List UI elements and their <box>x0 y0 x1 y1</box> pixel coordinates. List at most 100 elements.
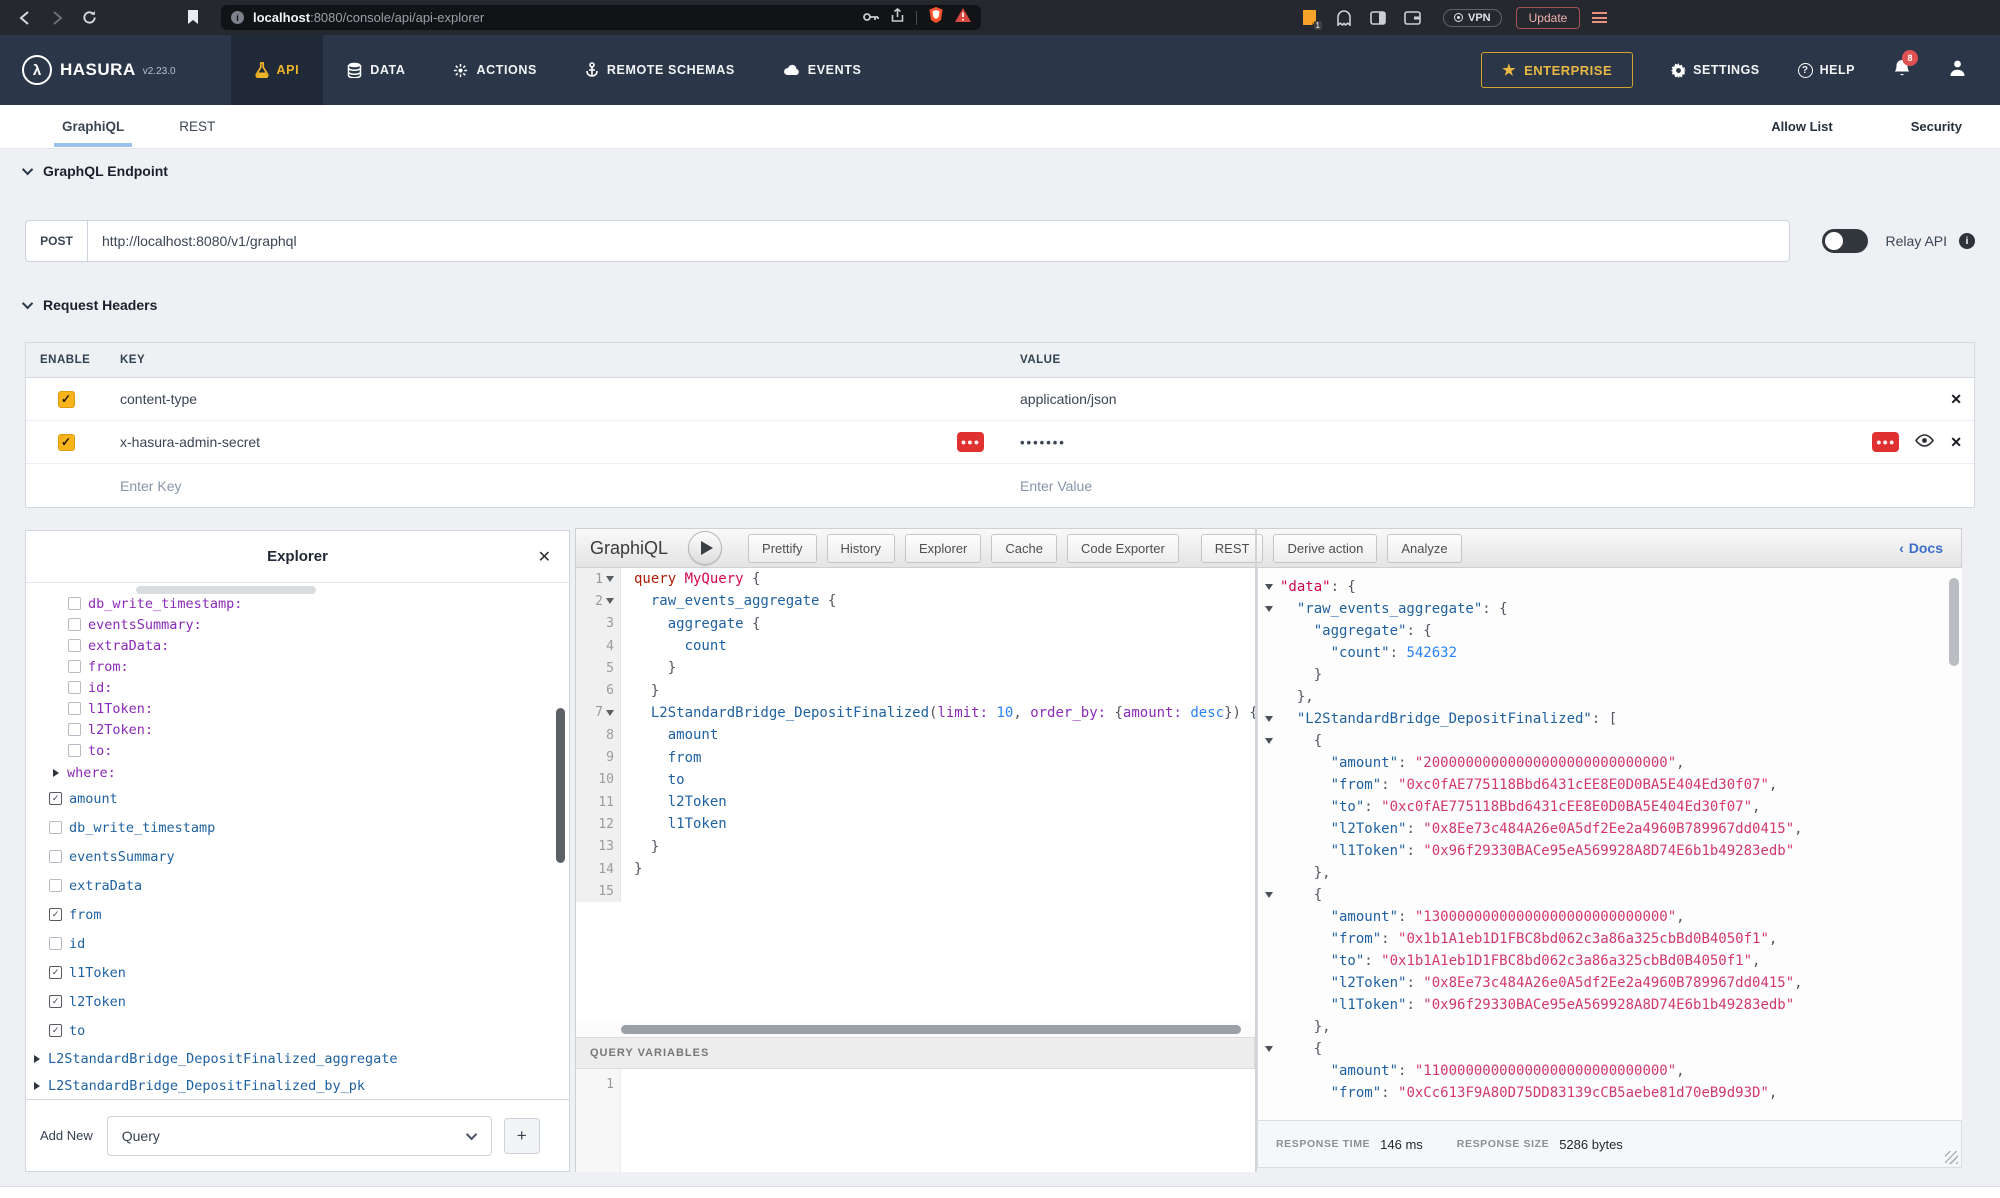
nav-item-remote-schemas[interactable]: REMOTE SCHEMAS <box>561 35 759 105</box>
fold-caret-icon[interactable] <box>1265 584 1273 590</box>
prettify-button[interactable]: Prettify <box>748 534 816 563</box>
notifications-button[interactable]: 8 <box>1893 58 1911 83</box>
ghost-extension-icon[interactable] <box>1336 10 1352 26</box>
explorer-item-l1token-[interactable]: l1Token: <box>26 698 569 719</box>
checkbox-checked[interactable]: ✓ <box>49 792 62 805</box>
explorer-item-eventssummary[interactable]: eventsSummary <box>26 842 569 871</box>
fold-caret-icon[interactable] <box>1265 606 1273 612</box>
explorer-item-extradata-[interactable]: extraData: <box>26 635 569 656</box>
brave-shield-icon[interactable] <box>929 7 943 28</box>
relay-api-toggle[interactable] <box>1822 229 1868 253</box>
header-value-input[interactable]: application/json ✕ <box>1006 391 1976 407</box>
checkbox-unchecked[interactable] <box>68 723 81 736</box>
fold-caret-icon[interactable] <box>1265 892 1273 898</box>
user-button[interactable] <box>1949 59 1966 82</box>
code-line[interactable]: 5 } <box>576 657 1255 679</box>
checkbox-checked[interactable]: ✓ <box>49 966 62 979</box>
explorer-item-id[interactable]: id <box>26 929 569 958</box>
nav-item-events[interactable]: EVENTS <box>759 35 886 105</box>
code-line[interactable]: 11 l2Token <box>576 791 1255 813</box>
relay-info-icon[interactable]: i <box>1959 233 1975 249</box>
new-value-input[interactable]: Enter Value <box>1006 478 1976 494</box>
analyze-button[interactable]: Analyze <box>1387 534 1461 563</box>
explorer-button[interactable]: Explorer <box>905 534 981 563</box>
site-info-icon[interactable]: i <box>231 11 244 24</box>
response-scrollbar[interactable] <box>1949 578 1959 666</box>
endpoint-section-header[interactable]: GraphQL Endpoint <box>25 163 168 179</box>
update-button[interactable]: Update <box>1516 7 1581 29</box>
bookmark-icon[interactable] <box>187 10 199 25</box>
explorer-item-db-write-timestamp-[interactable]: db_write_timestamp: <box>26 593 569 614</box>
enterprise-button[interactable]: ★ENTERPRISE <box>1481 52 1633 88</box>
explorer-item-id-[interactable]: id: <box>26 677 569 698</box>
checkbox-unchecked[interactable] <box>49 879 62 892</box>
forward-icon[interactable] <box>50 11 64 25</box>
nav-item-api[interactable]: API <box>231 35 324 105</box>
add-query-button[interactable]: + <box>504 1118 540 1154</box>
explorer-item-l2standardbridge-depositfinalized-by-pk[interactable]: L2StandardBridge_DepositFinalized_by_pk <box>26 1072 569 1099</box>
cache-button[interactable]: Cache <box>991 534 1057 563</box>
header-key-input[interactable]: content-type <box>106 391 1006 407</box>
checkbox-unchecked[interactable] <box>49 937 62 950</box>
explorer-item-amount[interactable]: ✓amount <box>26 784 569 813</box>
header-key-input[interactable]: x-hasura-admin-secret ●●● <box>106 434 1006 450</box>
resize-handle[interactable] <box>1945 1151 1958 1164</box>
notes-extension-icon[interactable]: 1 <box>1301 9 1318 26</box>
explorer-scrollbar[interactable] <box>556 708 565 863</box>
checkbox-unchecked[interactable] <box>68 744 81 757</box>
settings-button[interactable]: SETTINGS <box>1671 63 1760 78</box>
checkbox-unchecked[interactable] <box>68 660 81 673</box>
help-button[interactable]: ?HELP <box>1798 63 1855 78</box>
enable-checkbox-checked[interactable]: ✓ <box>58 391 75 408</box>
explorer-item-l2token-[interactable]: l2Token: <box>26 719 569 740</box>
checkbox-checked[interactable]: ✓ <box>49 1024 62 1037</box>
allow-list-link[interactable]: Allow List <box>1771 119 1832 134</box>
checkbox-checked[interactable]: ✓ <box>49 908 62 921</box>
derive-action-button[interactable]: Derive action <box>1273 534 1377 563</box>
response-viewer[interactable]: "data": { "raw_events_aggregate": { "agg… <box>1257 568 1962 1120</box>
code-exporter-button[interactable]: Code Exporter <box>1067 534 1179 563</box>
query-variables-header[interactable]: QUERY VARIABLES <box>575 1037 1255 1069</box>
password-manager-icon[interactable]: ●●● <box>957 432 984 452</box>
explorer-item-from-[interactable]: from: <box>26 656 569 677</box>
sidebar-extension-icon[interactable] <box>1370 11 1386 25</box>
explorer-item-where-[interactable]: where: <box>26 761 569 784</box>
close-icon[interactable]: ✕ <box>538 547 551 567</box>
checkbox-unchecked[interactable] <box>49 821 62 834</box>
explorer-item-eventssummary-[interactable]: eventsSummary: <box>26 614 569 635</box>
query-variables-editor[interactable]: 1 <box>575 1069 1255 1172</box>
checkbox-unchecked[interactable] <box>68 618 81 631</box>
checkbox-checked[interactable]: ✓ <box>49 995 62 1008</box>
code-line[interactable]: 15 <box>576 880 1255 902</box>
tab-rest[interactable]: REST <box>179 119 215 134</box>
checkbox-unchecked[interactable] <box>68 702 81 715</box>
code-line[interactable]: 2 raw_events_aggregate { <box>576 590 1255 612</box>
code-line[interactable]: 3 aggregate { <box>576 613 1255 635</box>
remove-header-icon[interactable]: ✕ <box>1950 391 1962 408</box>
explorer-item-l1token[interactable]: ✓l1Token <box>26 958 569 987</box>
share-icon[interactable] <box>891 8 904 28</box>
headers-section-header[interactable]: Request Headers <box>25 297 157 313</box>
nav-item-actions[interactable]: ACTIONS <box>429 35 560 105</box>
fold-caret-icon[interactable] <box>606 710 614 716</box>
docs-button[interactable]: ‹Docs <box>1899 540 1943 556</box>
fold-caret-icon[interactable] <box>1265 738 1273 744</box>
menu-icon[interactable] <box>1592 10 1607 26</box>
code-line[interactable]: 12 l1Token <box>576 813 1255 835</box>
code-line[interactable]: 6 } <box>576 679 1255 701</box>
code-line[interactable]: 8 amount <box>576 724 1255 746</box>
fold-caret-icon[interactable] <box>1265 1046 1273 1052</box>
query-editor[interactable]: 1query MyQuery {2 raw_events_aggregate {… <box>575 568 1255 1023</box>
history-button[interactable]: History <box>827 534 895 563</box>
fold-caret-icon[interactable] <box>606 598 614 604</box>
wallet-extension-icon[interactable] <box>1404 11 1421 25</box>
explorer-item-extradata[interactable]: extraData <box>26 871 569 900</box>
explorer-item-l2token[interactable]: ✓l2Token <box>26 987 569 1016</box>
hasura-brand[interactable]: λ HASURA v2.23.0 <box>22 35 176 105</box>
back-icon[interactable] <box>18 11 32 25</box>
code-line[interactable]: 14} <box>576 858 1255 880</box>
tab-graphiql[interactable]: GraphiQL <box>62 119 124 134</box>
header-value-input[interactable]: ••••••• ●●● ✕ <box>1006 435 1976 450</box>
explorer-item-l2standardbridge-depositfinalized-aggregate[interactable]: L2StandardBridge_DepositFinalized_aggreg… <box>26 1045 569 1072</box>
explorer-item-to[interactable]: ✓to <box>26 1016 569 1045</box>
